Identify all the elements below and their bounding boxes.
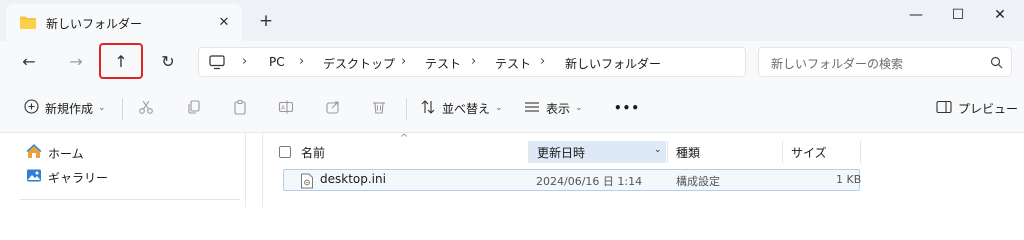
nav-item-label: ギャラリー [48,170,109,185]
delete-button[interactable] [371,83,387,133]
breadcrumb-test-1[interactable]: テスト [425,55,461,72]
column-header-label: サイズ [791,145,827,160]
divider [122,98,123,120]
breadcrumb-separator: › [299,54,305,69]
gallery-icon [26,168,42,186]
pane-splitter[interactable] [245,133,246,207]
content-area: ホーム ギャラリー ^ 名前 更新日時 ⌄ 種類 サイズ desktop.ini… [0,133,1024,207]
preview-label: プレビュー [958,101,1019,116]
forward-button[interactable]: → [59,46,93,78]
tab-title: 新しいフォルダー [46,17,143,31]
column-divider[interactable] [667,141,668,163]
column-divider[interactable] [860,141,861,163]
chevron-down-icon: ⌄ [495,103,503,113]
home-icon [26,144,42,162]
svg-text:A: A [281,104,286,111]
select-all-checkbox[interactable] [279,146,291,158]
folder-icon [19,15,37,33]
settings-file-icon [300,173,314,192]
chevron-down-icon: ⌄ [654,145,662,155]
breadcrumb-desktop[interactable]: デスクトップ [323,55,395,72]
chevron-down-icon: ⌄ [575,103,583,113]
list-view-icon [524,100,540,117]
navigation-bar: ← → ↑ ↻ › PC › デスクトップ › テスト › テスト › 新しいフ… [0,41,1024,83]
table-row[interactable]: desktop.ini 2024/06/16 日 1:14 構成設定 1 KB [283,169,862,192]
breadcrumb-separator: › [471,54,477,69]
column-header-label: 種類 [676,145,701,160]
file-modified: 2024/06/16 日 1:14 [536,175,643,188]
share-icon [325,99,341,118]
close-window-button[interactable]: ✕ [977,0,1023,30]
column-header-label: 名前 [301,145,326,160]
breadcrumb-test-2[interactable]: テスト [495,55,531,72]
search-icon[interactable] [990,56,1003,72]
command-bar: 新規作成 ⌄ A 並べ替え ⌄ 表示 ⌄ ••• プレビュー [0,83,1024,133]
copy-button[interactable] [186,83,202,133]
nav-item-home[interactable]: ホーム [26,143,84,163]
column-header-type[interactable]: 種類 [676,141,776,163]
divider [262,133,263,207]
file-size: 1 KB [836,173,862,186]
trash-icon [371,99,387,118]
scissors-icon [138,99,154,118]
cut-button[interactable] [138,83,154,133]
column-divider[interactable] [782,141,783,163]
breadcrumb-separator: › [401,54,407,69]
back-button[interactable]: ← [12,46,46,78]
clipboard-icon [232,99,248,118]
new-button[interactable]: 新規作成 ⌄ [24,83,106,133]
new-tab-button[interactable]: + [255,10,277,32]
ellipsis-icon: ••• [614,101,641,115]
share-button[interactable] [325,83,341,133]
nav-item-gallery[interactable]: ギャラリー [26,167,108,187]
view-button[interactable]: 表示 ⌄ [524,83,583,133]
chevron-down-icon: ⌄ [98,103,106,113]
sort-label: 並べ替え [442,101,491,116]
breadcrumb-separator: › [242,54,248,69]
column-header-size[interactable]: サイズ [791,141,859,163]
breadcrumb-current-folder[interactable]: 新しいフォルダー [565,55,661,72]
maximize-button[interactable]: ☐ [935,0,981,30]
tab-close-button[interactable]: ✕ [213,12,235,34]
copy-icon [186,99,202,118]
sort-button[interactable]: 並べ替え ⌄ [420,83,503,133]
preview-pane-icon [936,100,952,117]
file-name: desktop.ini [320,172,386,186]
more-options-button[interactable]: ••• [614,83,640,133]
plus-circle-icon [24,99,39,117]
monitor-icon [209,55,225,73]
rename-icon: A [278,99,294,118]
search-input[interactable]: 新しいフォルダーの検索 [758,47,1012,77]
address-bar[interactable]: › PC › デスクトップ › テスト › テスト › 新しいフォルダー [198,47,746,77]
nav-item-label: ホーム [48,146,84,161]
navigation-pane: ホーム ギャラリー [0,133,252,207]
divider [406,98,407,120]
tab-active[interactable]: 新しいフォルダー ✕ [6,4,242,41]
search-placeholder: 新しいフォルダーの検索 [771,57,904,71]
rename-button[interactable]: A [278,83,294,133]
breadcrumb-pc[interactable]: PC [269,55,285,69]
sort-icon [420,99,436,118]
paste-button[interactable] [232,83,248,133]
preview-button[interactable]: プレビュー [936,83,1018,133]
column-header-label: 更新日時 [537,145,586,160]
column-header-modified[interactable]: 更新日時 ⌄ [529,141,666,163]
minimize-button[interactable]: — [893,0,939,30]
refresh-button[interactable]: ↻ [151,46,185,78]
divider [20,199,240,200]
file-type: 構成設定 [676,175,720,188]
title-bar: 新しいフォルダー ✕ + — ☐ ✕ [0,0,1024,41]
up-button[interactable]: ↑ [104,46,138,78]
breadcrumb-separator: › [540,54,546,69]
column-header-name[interactable]: 名前 [301,141,527,163]
view-label: 表示 [546,101,571,116]
new-label: 新規作成 [45,101,94,116]
